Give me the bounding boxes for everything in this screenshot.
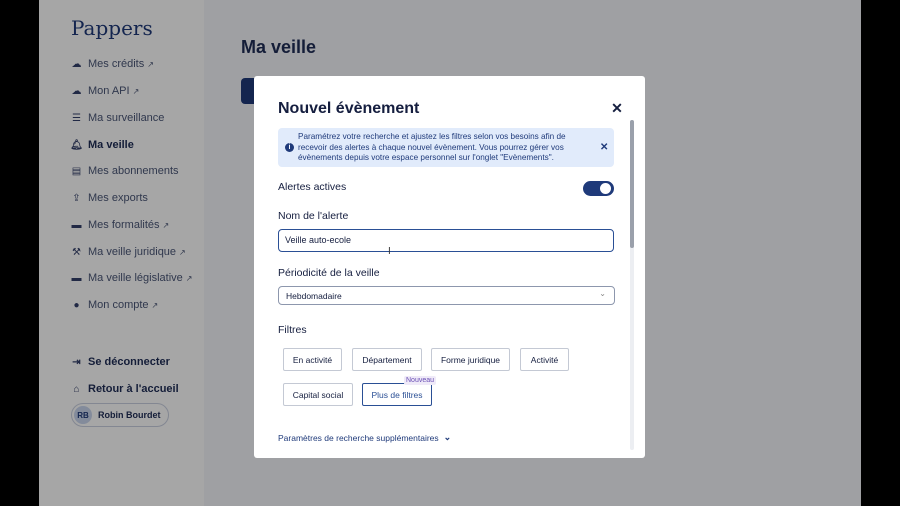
filter-forme-juridique[interactable]: Forme juridique [431, 348, 510, 371]
more-filters-button[interactable]: Plus de filtres [362, 383, 432, 406]
new-event-modal: Nouvel évènement ✕ i Paramétrez votre re… [254, 76, 645, 458]
close-icon[interactable]: ✕ [610, 100, 624, 116]
filter-departement[interactable]: Département [352, 348, 422, 371]
more-search-params-link[interactable]: Paramètres de recherche supplémentaires … [278, 432, 451, 443]
periodicity-value: Hebdomadaire [286, 291, 342, 301]
info-text: Paramétrez votre recherche et ajustez le… [298, 132, 566, 162]
alert-name-label: Nom de l'alerte [278, 210, 349, 222]
toggle-knob [600, 183, 611, 194]
info-icon: i [285, 143, 294, 152]
modal-title: Nouvel évènement [278, 100, 420, 117]
alert-name-value: Veille auto-ecole [285, 235, 352, 245]
alerts-toggle[interactable] [583, 181, 614, 196]
filter-activite[interactable]: Activité [520, 348, 569, 371]
text-cursor-icon: I [388, 246, 391, 257]
chevron-down-icon: ⌄ [443, 432, 452, 442]
new-badge: Nouveau [404, 376, 437, 385]
filters-label: Filtres [278, 324, 307, 336]
alert-name-input[interactable]: Veille auto-ecole [278, 229, 614, 252]
filter-capital-social[interactable]: Capital social [283, 383, 353, 406]
alerts-active-label: Alertes actives [278, 181, 347, 193]
periodicity-select[interactable]: Hebdomadaire ⌄ [278, 286, 615, 305]
chevron-down-icon: ⌄ [599, 289, 606, 298]
filter-en-activite[interactable]: En activité [283, 348, 342, 371]
info-banner: i Paramétrez votre recherche et ajustez … [278, 128, 614, 167]
scrollbar-thumb[interactable] [630, 120, 634, 248]
periodicity-label: Périodicité de la veille [278, 267, 380, 279]
info-close-icon[interactable]: ✕ [600, 142, 608, 153]
